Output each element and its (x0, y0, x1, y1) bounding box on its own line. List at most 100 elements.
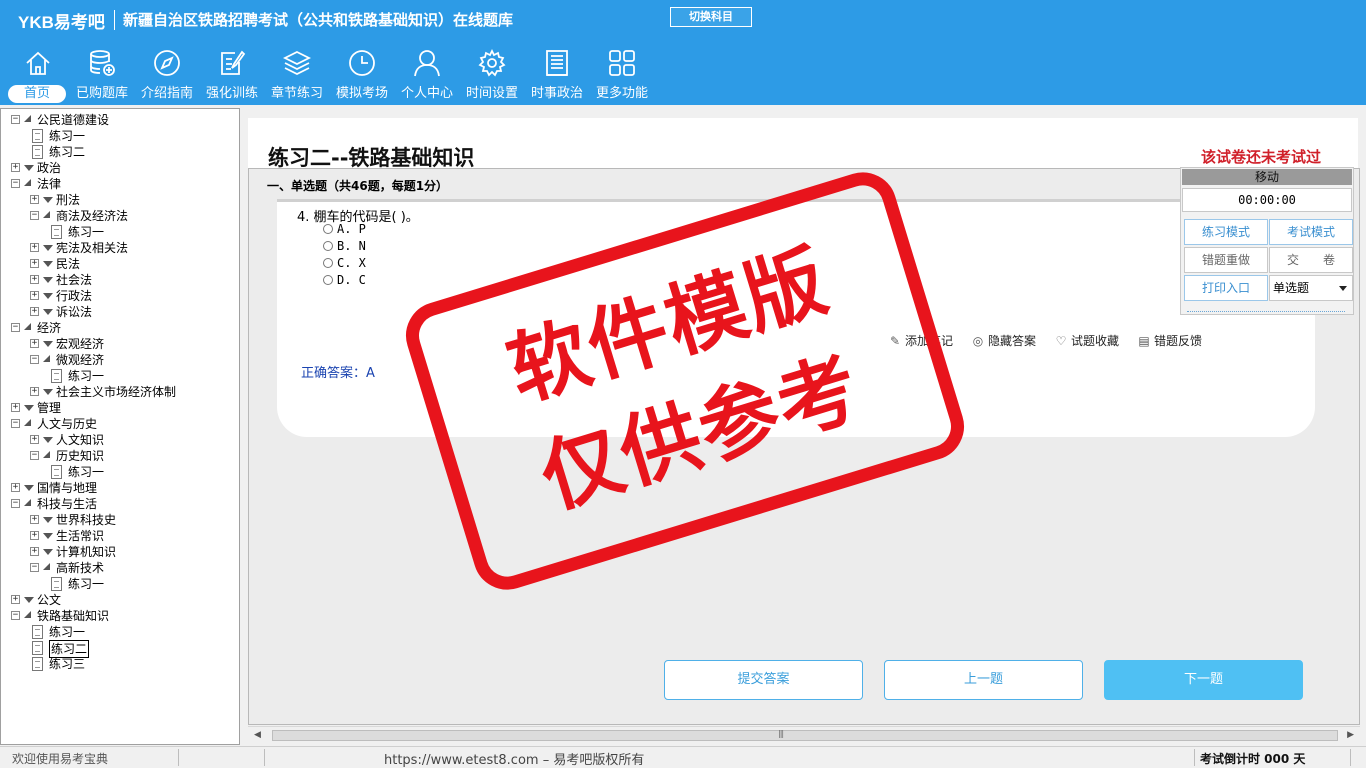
expand-icon[interactable]: + (30, 243, 39, 252)
tree-node[interactable]: − 历史知识 (1, 448, 239, 464)
nav-guide[interactable]: 介绍指南 (135, 48, 199, 104)
tree-node[interactable]: − 铁路基础知识 (1, 608, 239, 624)
scrollbar-thumb[interactable] (272, 730, 1338, 741)
tree-node[interactable]: 练习一 (1, 224, 239, 240)
tree-node[interactable]: + 社会法 (1, 272, 239, 288)
hand-in-button[interactable]: 交 卷 (1269, 247, 1353, 273)
submit-answer-button[interactable]: 提交答案 (664, 660, 863, 700)
expand-icon[interactable]: + (30, 515, 39, 524)
collapse-icon[interactable]: − (11, 499, 20, 508)
tree-node[interactable]: + 刑法 (1, 192, 239, 208)
tree-node[interactable]: 练习一 (1, 128, 239, 144)
status-divider (1350, 749, 1351, 766)
collapse-icon[interactable]: − (30, 451, 39, 460)
nav-purchased-bank[interactable]: 已购题库 (70, 48, 134, 104)
next-question-button[interactable]: 下一题 (1104, 660, 1303, 700)
expand-icon[interactable]: + (30, 531, 39, 540)
collapse-icon[interactable]: − (30, 211, 39, 220)
expand-icon[interactable]: + (30, 275, 39, 284)
print-button[interactable]: 打印入口 (1184, 275, 1268, 301)
switch-subject-button[interactable]: 切换科目 (670, 7, 752, 27)
chapter-tree[interactable]: − 公民道德建设 练习一 练习二 + 政治 − 法律 + 刑法 − 商法及经济法 练习一 + 宪法及相关法 +… (0, 108, 240, 745)
collapse-icon[interactable]: − (30, 355, 39, 364)
scroll-right-icon[interactable]: ▶ (1347, 730, 1354, 740)
option-c[interactable]: C. X (323, 256, 366, 270)
tree-node[interactable]: + 民法 (1, 256, 239, 272)
radio-b[interactable] (323, 241, 333, 251)
expand-icon[interactable]: + (30, 387, 39, 396)
option-d[interactable]: D. C (323, 273, 366, 287)
horizontal-scrollbar[interactable]: ◀ ||| ▶ (248, 726, 1360, 743)
tree-node[interactable]: − 经济 (1, 320, 239, 336)
nav-time-settings[interactable]: 时间设置 (460, 48, 524, 104)
radio-c[interactable] (323, 258, 333, 268)
panel-scroll-indicator (1187, 307, 1345, 312)
tree-node[interactable]: − 微观经济 (1, 352, 239, 368)
tree-node[interactable]: 练习二 (1, 144, 239, 160)
tree-node[interactable]: + 世界科技史 (1, 512, 239, 528)
tree-node[interactable]: 练习一 (1, 464, 239, 480)
expand-icon[interactable]: + (11, 595, 20, 604)
hide-answer-button[interactable]: ◎ 隐藏答案 (972, 332, 1036, 349)
redo-wrong-button[interactable]: 错题重做 (1184, 247, 1268, 273)
tree-node[interactable]: 练习三 (1, 656, 239, 672)
nav-more-functions[interactable]: 更多功能 (590, 48, 654, 104)
tree-node[interactable]: − 科技与生活 (1, 496, 239, 512)
tree-node[interactable]: − 法律 (1, 176, 239, 192)
expand-icon[interactable]: + (30, 307, 39, 316)
favorite-button[interactable]: ♡ 试题收藏 (1055, 332, 1119, 349)
tree-node[interactable]: 练习一 (1, 576, 239, 592)
expand-icon[interactable]: + (11, 403, 20, 412)
expand-icon[interactable]: + (30, 195, 39, 204)
expand-icon[interactable]: + (30, 259, 39, 268)
expand-icon[interactable]: + (30, 339, 39, 348)
practice-mode-button[interactable]: 练习模式 (1184, 219, 1268, 245)
tree-node[interactable]: + 人文知识 (1, 432, 239, 448)
collapse-icon[interactable]: − (11, 611, 20, 620)
tree-node[interactable]: − 人文与历史 (1, 416, 239, 432)
nav-home[interactable]: 首页 (6, 48, 70, 104)
collapse-icon[interactable]: − (11, 179, 20, 188)
nav-intensive-training[interactable]: 强化训练 (200, 48, 264, 104)
option-a[interactable]: A. P (323, 222, 366, 236)
nav-current-affairs[interactable]: 时事政治 (525, 48, 589, 104)
expand-icon[interactable]: + (30, 547, 39, 556)
tree-node[interactable]: + 公文 (1, 592, 239, 608)
collapse-icon[interactable]: − (11, 419, 20, 428)
tree-node[interactable]: + 生活常识 (1, 528, 239, 544)
collapse-icon[interactable]: − (30, 563, 39, 572)
collapse-icon[interactable]: − (11, 115, 20, 124)
nav-chapter-practice[interactable]: 章节练习 (265, 48, 329, 104)
tree-node[interactable]: 练习二 (1, 640, 239, 658)
scroll-left-icon[interactable]: ◀ (254, 730, 261, 740)
radio-d[interactable] (323, 275, 333, 285)
feedback-button[interactable]: ▤ 错题反馈 (1138, 332, 1202, 349)
tree-node[interactable]: − 公民道德建设 (1, 112, 239, 128)
tree-node[interactable]: + 管理 (1, 400, 239, 416)
expand-icon[interactable]: + (11, 483, 20, 492)
tree-node[interactable]: − 商法及经济法 (1, 208, 239, 224)
radio-a[interactable] (323, 224, 333, 234)
tree-node[interactable]: 练习一 (1, 624, 239, 640)
nav-mock-exam[interactable]: 模拟考场 (330, 48, 394, 104)
exam-mode-button[interactable]: 考试模式 (1269, 219, 1353, 245)
collapse-icon[interactable]: − (11, 323, 20, 332)
prev-question-button[interactable]: 上一题 (884, 660, 1083, 700)
tree-node[interactable]: + 宪法及相关法 (1, 240, 239, 256)
tree-node[interactable]: + 计算机知识 (1, 544, 239, 560)
tree-node[interactable]: + 社会主义市场经济体制 (1, 384, 239, 400)
tree-node[interactable]: + 行政法 (1, 288, 239, 304)
tree-node[interactable]: + 宏观经济 (1, 336, 239, 352)
tree-node[interactable]: + 诉讼法 (1, 304, 239, 320)
tree-node[interactable]: 练习一 (1, 368, 239, 384)
panel-move-handle[interactable]: 移动 (1182, 169, 1352, 185)
expand-icon[interactable]: + (11, 163, 20, 172)
question-type-select[interactable]: 单选题 (1269, 275, 1353, 301)
tree-node[interactable]: + 国情与地理 (1, 480, 239, 496)
nav-personal-center[interactable]: 个人中心 (395, 48, 459, 104)
expand-icon[interactable]: + (30, 291, 39, 300)
option-b[interactable]: B. N (323, 239, 366, 253)
tree-node[interactable]: − 高新技术 (1, 560, 239, 576)
expand-icon[interactable]: + (30, 435, 39, 444)
tree-node[interactable]: + 政治 (1, 160, 239, 176)
